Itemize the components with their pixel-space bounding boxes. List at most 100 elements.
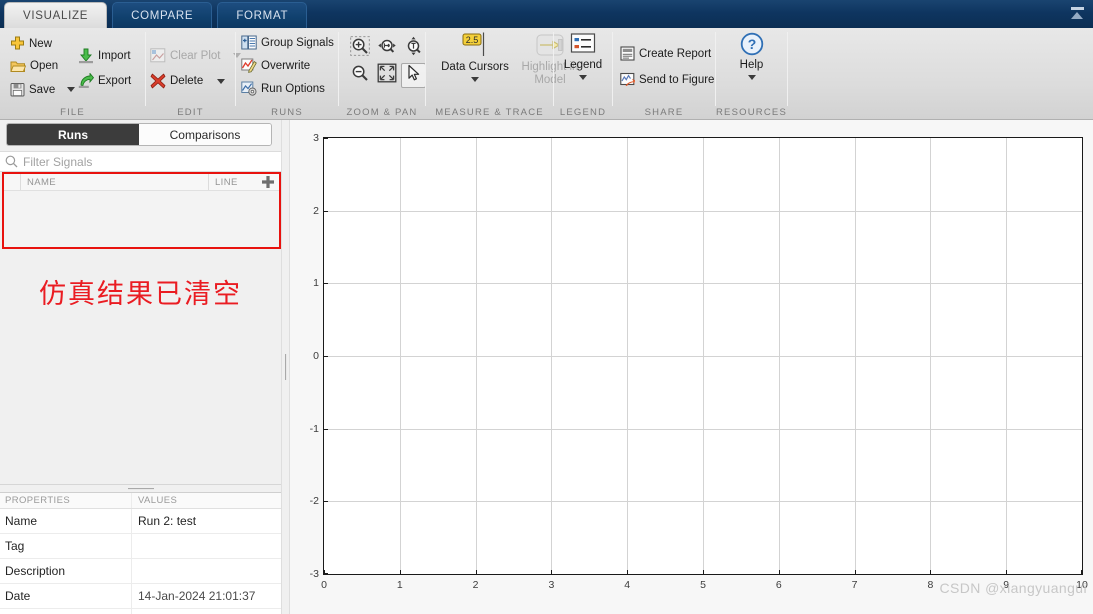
values-column-header: VALUES xyxy=(132,493,281,508)
y-axis-tick-mark xyxy=(324,283,328,285)
overwrite-button-label: Overwrite xyxy=(261,59,311,72)
zoom-in-region-button[interactable] xyxy=(347,36,372,61)
ribbon-separator-8 xyxy=(787,32,788,106)
x-axis-tick-mark xyxy=(778,570,780,574)
overwrite-button[interactable]: Overwrite xyxy=(241,58,310,73)
property-value[interactable] xyxy=(132,559,281,583)
export-arrow-up-icon xyxy=(78,72,95,89)
minimize-ribbon-bar xyxy=(1070,7,1084,10)
ribbon-group-edit-label: EDIT xyxy=(177,107,204,118)
delete-button[interactable]: Delete xyxy=(150,73,226,89)
minimize-ribbon-icon[interactable] xyxy=(1067,3,1087,23)
ribbon-group-measure-trace-label: MEASURE & TRACE xyxy=(435,107,544,118)
signal-table[interactable]: NAME LINE xyxy=(2,172,281,249)
property-value[interactable]: Run 2: test xyxy=(132,509,281,533)
x-axis-tick-mark xyxy=(627,570,629,574)
runs-comparisons-toggle: Runs Comparisons xyxy=(6,123,272,146)
table-row[interactable]: Tag xyxy=(0,534,281,559)
x-axis-tick-label: 2 xyxy=(472,579,479,591)
sidebar-horizontal-splitter[interactable] xyxy=(0,484,281,492)
run-options-button-label: Run Options xyxy=(261,82,325,95)
legend-button[interactable]: Legend xyxy=(547,32,619,80)
legend-button-label: Legend xyxy=(563,59,603,71)
tab-visualize[interactable]: VISUALIZE xyxy=(4,2,108,28)
properties-table: PROPERTIES VALUES Name Run 2: test Tag D… xyxy=(0,492,281,614)
x-axis-tick-mark xyxy=(475,570,477,574)
zoom-out-button[interactable] xyxy=(347,63,372,88)
ribbon-group-measure-trace: 2.5 Data Cursors Highlight in Model MEAS… xyxy=(426,28,578,120)
filter-signals-bar[interactable]: Filter Signals xyxy=(0,151,281,172)
group-signals-button[interactable]: Group Signals xyxy=(241,35,334,50)
data-cursors-dropdown-caret-icon[interactable] xyxy=(471,77,479,82)
properties-table-header: PROPERTIES VALUES xyxy=(0,493,281,509)
table-row[interactable]: Date 14-Jan-2024 21:01:37 xyxy=(0,584,281,609)
save-dropdown-caret-icon[interactable] xyxy=(67,87,76,92)
plot-area[interactable]: -3 -2 -1 0 1 2 3 0 1 2 3 4 5 6 7 8 9 10 xyxy=(310,132,1088,591)
zoom-in-y-button[interactable] xyxy=(401,36,426,61)
property-value: normal xyxy=(132,609,281,614)
gridline-vertical xyxy=(854,138,856,574)
tab-comparisons-label: Comparisons xyxy=(169,127,241,142)
plot-panel[interactable]: -3 -2 -1 0 1 2 3 0 1 2 3 4 5 6 7 8 9 10 CSDN @xiangyuangu… xyxy=(290,120,1093,614)
table-row[interactable]: Name Run 2: test xyxy=(0,509,281,534)
pointer-button[interactable] xyxy=(401,63,426,88)
x-axis-tick-mark xyxy=(854,570,856,574)
new-button-label: New xyxy=(29,37,53,50)
property-key: Name xyxy=(0,509,132,533)
properties-column-header: PROPERTIES xyxy=(0,493,132,508)
add-column-button[interactable] xyxy=(260,174,276,190)
delete-dropdown-caret-icon[interactable] xyxy=(217,78,226,84)
clear-plot-icon xyxy=(150,48,166,63)
tab-format[interactable]: FORMAT xyxy=(217,2,308,28)
fit-to-view-button[interactable] xyxy=(374,63,399,88)
import-button[interactable]: Import xyxy=(78,48,131,64)
sidebar-vertical-splitter[interactable] xyxy=(281,120,290,614)
open-button-label: Open xyxy=(30,59,59,72)
help-dropdown-caret-icon[interactable] xyxy=(747,75,756,80)
data-cursors-button[interactable]: 2.5 Data Cursors xyxy=(432,32,518,82)
new-button[interactable]: New xyxy=(10,36,52,51)
tab-compare[interactable]: COMPARE xyxy=(112,2,213,28)
x-axis-tick-label: 8 xyxy=(927,579,934,591)
y-axis-tick-label: 2 xyxy=(313,204,319,217)
send-to-figure-icon xyxy=(620,72,636,87)
ribbon-group-zoom-pan: ZOOM & PAN xyxy=(339,28,426,120)
delete-x-icon xyxy=(150,73,166,89)
gridline-vertical xyxy=(930,138,932,574)
tab-format-label: FORMAT xyxy=(236,9,289,22)
property-value: 14-Jan-2024 21:01:37 xyxy=(132,584,281,608)
open-button[interactable]: Open xyxy=(10,59,58,72)
report-icon xyxy=(620,46,635,61)
table-row[interactable]: Description xyxy=(0,559,281,584)
run-options-button[interactable]: Run Options xyxy=(241,81,325,96)
property-value[interactable] xyxy=(132,534,281,558)
clear-plot-button[interactable]: Clear Plot xyxy=(150,48,241,63)
create-report-button-label: Create Report xyxy=(639,47,712,60)
legend-icon xyxy=(570,32,596,56)
zoom-in-y-icon xyxy=(404,35,424,62)
create-report-button[interactable]: Create Report xyxy=(620,46,711,61)
table-row[interactable]: Simulation Mode normal xyxy=(0,609,281,614)
svg-text:2.5: 2.5 xyxy=(466,35,479,45)
send-to-figure-button[interactable]: Send to Figure xyxy=(620,72,714,87)
y-axis-tick-label: -1 xyxy=(309,422,319,435)
tab-compare-label: COMPARE xyxy=(131,9,194,22)
tab-comparisons[interactable]: Comparisons xyxy=(139,124,271,145)
filter-signals-input[interactable]: Filter Signals xyxy=(23,155,92,169)
x-axis-tick-label: 7 xyxy=(851,579,858,591)
left-sidebar-panel: Runs Comparisons Filter Signals NAME LIN… xyxy=(0,120,281,614)
y-axis-tick-label: -3 xyxy=(309,568,319,580)
help-button[interactable]: ? Help xyxy=(716,32,787,80)
ribbon-group-legend: Legend LEGEND xyxy=(554,28,612,120)
tab-runs[interactable]: Runs xyxy=(7,124,139,145)
save-button[interactable]: Save xyxy=(10,82,76,97)
simulation-data-inspector-window: VISUALIZE COMPARE FORMAT New Open Save I… xyxy=(0,0,1093,614)
y-axis-tick-mark xyxy=(324,356,328,357)
legend-dropdown-caret-icon[interactable] xyxy=(579,75,587,80)
zoom-in-x-button[interactable] xyxy=(374,36,399,61)
x-axis-tick-label: 4 xyxy=(624,579,631,591)
send-to-figure-button-label: Send to Figure xyxy=(639,73,715,86)
y-axis-tick-label: -2 xyxy=(309,495,319,508)
overwrite-icon xyxy=(241,58,257,73)
export-button[interactable]: Export xyxy=(78,72,131,89)
